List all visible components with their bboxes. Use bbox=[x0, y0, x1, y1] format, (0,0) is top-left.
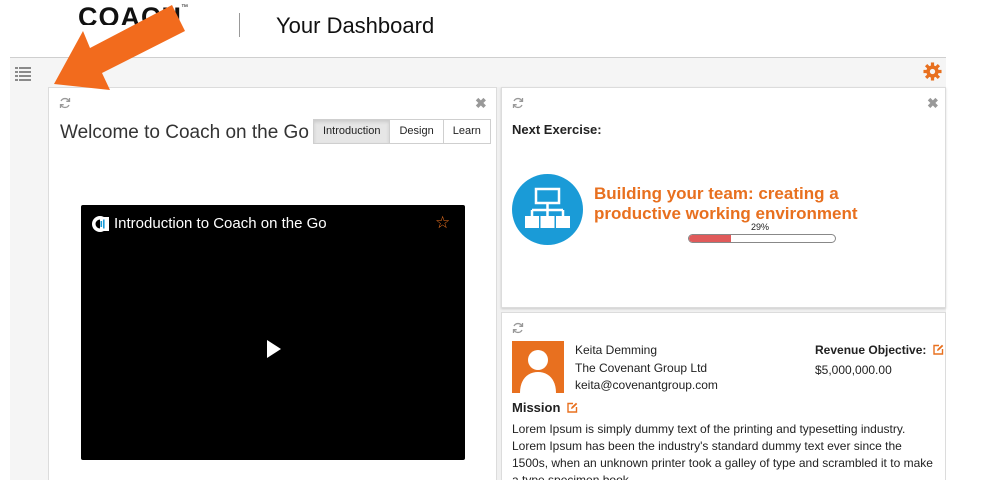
tab-learn[interactable]: Learn bbox=[442, 119, 491, 144]
annotation-arrow-icon bbox=[54, 5, 185, 90]
progress-label: 29% bbox=[751, 222, 770, 232]
play-icon[interactable] bbox=[267, 340, 281, 358]
mission-text: Lorem Ipsum is simply dummy text of the … bbox=[512, 422, 933, 480]
gear-icon[interactable] bbox=[923, 62, 942, 81]
edit-icon[interactable] bbox=[567, 402, 578, 413]
exercise-icon[interactable] bbox=[512, 174, 583, 245]
page-title: Your Dashboard bbox=[276, 13, 435, 38]
mission-heading: Mission bbox=[512, 400, 561, 415]
side-column bbox=[10, 87, 48, 480]
coach-logo-icon bbox=[92, 216, 109, 232]
next-exercise-label: Next Exercise: bbox=[512, 122, 602, 137]
contact-email[interactable]: keita@covenantgroup.com bbox=[575, 378, 718, 392]
header-divider bbox=[239, 13, 240, 37]
progress-bar bbox=[688, 234, 836, 243]
video-title: Introduction to Coach on the Go bbox=[114, 215, 327, 232]
revenue-objective-text: Revenue Objective: bbox=[815, 343, 927, 357]
welcome-tabs: Introduction Design Learn bbox=[313, 119, 491, 144]
welcome-title: Welcome to Coach on the Go bbox=[60, 122, 309, 143]
close-icon[interactable]: ✖ bbox=[475, 96, 487, 110]
refresh-icon[interactable] bbox=[512, 97, 524, 109]
contact-name: Keita Demming bbox=[575, 343, 658, 357]
revenue-objective-value: $5,000,000.00 bbox=[815, 363, 892, 377]
progress-fill bbox=[689, 235, 732, 242]
mission-label: Mission bbox=[512, 400, 578, 415]
revenue-objective-label: Revenue Objective: bbox=[815, 343, 944, 357]
video-player[interactable]: Introduction to Coach on the Go ☆ bbox=[81, 205, 465, 460]
profile-panel: Keita Demming The Covenant Group Ltd kei… bbox=[501, 312, 946, 480]
close-icon[interactable]: ✖ bbox=[927, 96, 939, 110]
dashboard-page: COACH ™ Your Dashboard ✖ Welcome to Coac… bbox=[0, 0, 994, 480]
welcome-panel: ✖ Welcome to Coach on the Go Introductio… bbox=[48, 87, 497, 480]
refresh-icon[interactable] bbox=[512, 322, 524, 334]
contact-company: The Covenant Group Ltd bbox=[575, 361, 708, 375]
edit-icon[interactable] bbox=[933, 344, 944, 355]
avatar[interactable] bbox=[512, 341, 564, 393]
exercise-title[interactable]: Building your team: creating a productiv… bbox=[594, 184, 894, 224]
user-silhouette-icon bbox=[520, 350, 556, 393]
tab-design[interactable]: Design bbox=[389, 119, 444, 144]
next-exercise-panel: ✖ Next Exercise: Building your team: cre… bbox=[501, 87, 946, 308]
tab-introduction[interactable]: Introduction bbox=[313, 119, 391, 144]
star-icon[interactable]: ☆ bbox=[435, 214, 450, 232]
list-icon[interactable] bbox=[15, 67, 31, 81]
org-chart-icon bbox=[525, 187, 570, 228]
